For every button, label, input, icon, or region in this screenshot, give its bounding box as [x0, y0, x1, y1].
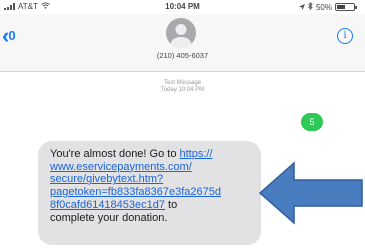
unread-count: 0 — [8, 28, 16, 43]
message-line-3: secure/givebytext.htm? — [50, 173, 253, 186]
donation-link-part-3[interactable]: secure/givebytext.htm? — [50, 173, 163, 185]
message-after-link: to — [165, 198, 178, 211]
donation-link-part-2[interactable]: www.eservicepayments.com/ — [50, 161, 192, 173]
donation-link-part-5[interactable]: 8f0cafd61418453ec1d7 — [50, 199, 165, 211]
timestamp-time: Today 10:04 PM — [160, 87, 205, 93]
received-message-bubble[interactable]: You're almost done! Go to https:// www.e… — [38, 141, 261, 245]
message-line-6: complete your donation. — [50, 212, 253, 225]
message-timestamp: Text Message Today 10:04 PM — [0, 80, 365, 94]
message-prefix: You're almost done! Go to — [50, 148, 180, 160]
location-icon — [298, 3, 305, 12]
donation-link-part-4[interactable]: pagetoken=fb833fa8367e3fa2675d — [50, 186, 221, 198]
timestamp-label: Text Message — [163, 80, 202, 86]
message-line-5: 8f0cafd61418453ec1d7 to — [50, 199, 253, 212]
battery-tip — [355, 6, 357, 9]
message-line-4: pagetoken=fb833fa8367e3fa2675d — [50, 186, 253, 199]
donation-link-part-1[interactable]: https:// — [180, 148, 213, 160]
bluetooth-icon — [308, 1, 313, 12]
message-line-2: www.eservicepayments.com/ — [50, 161, 253, 174]
contact-avatar[interactable] — [166, 18, 196, 48]
battery-percent: 50% — [315, 2, 332, 12]
status-bar: AT&T 10:04 PM 50% — [0, 0, 365, 14]
status-right: 50% — [298, 1, 357, 12]
arrow-left-icon — [258, 161, 363, 225]
battery-icon — [335, 3, 357, 11]
person-icon — [170, 24, 192, 48]
contact-number[interactable]: (210) 405-6037 — [0, 51, 365, 60]
conversation-header: ‹ 0 (210) 405-6037 i — [0, 14, 365, 72]
sent-message-bubble[interactable]: 5 — [301, 113, 323, 131]
battery-level — [337, 5, 345, 9]
message-line-1: You're almost done! Go to https:// — [50, 148, 253, 161]
info-button[interactable]: i — [337, 28, 353, 44]
back-button[interactable]: ‹ 0 — [2, 25, 16, 47]
message-suffix: complete your donation. — [50, 211, 168, 224]
